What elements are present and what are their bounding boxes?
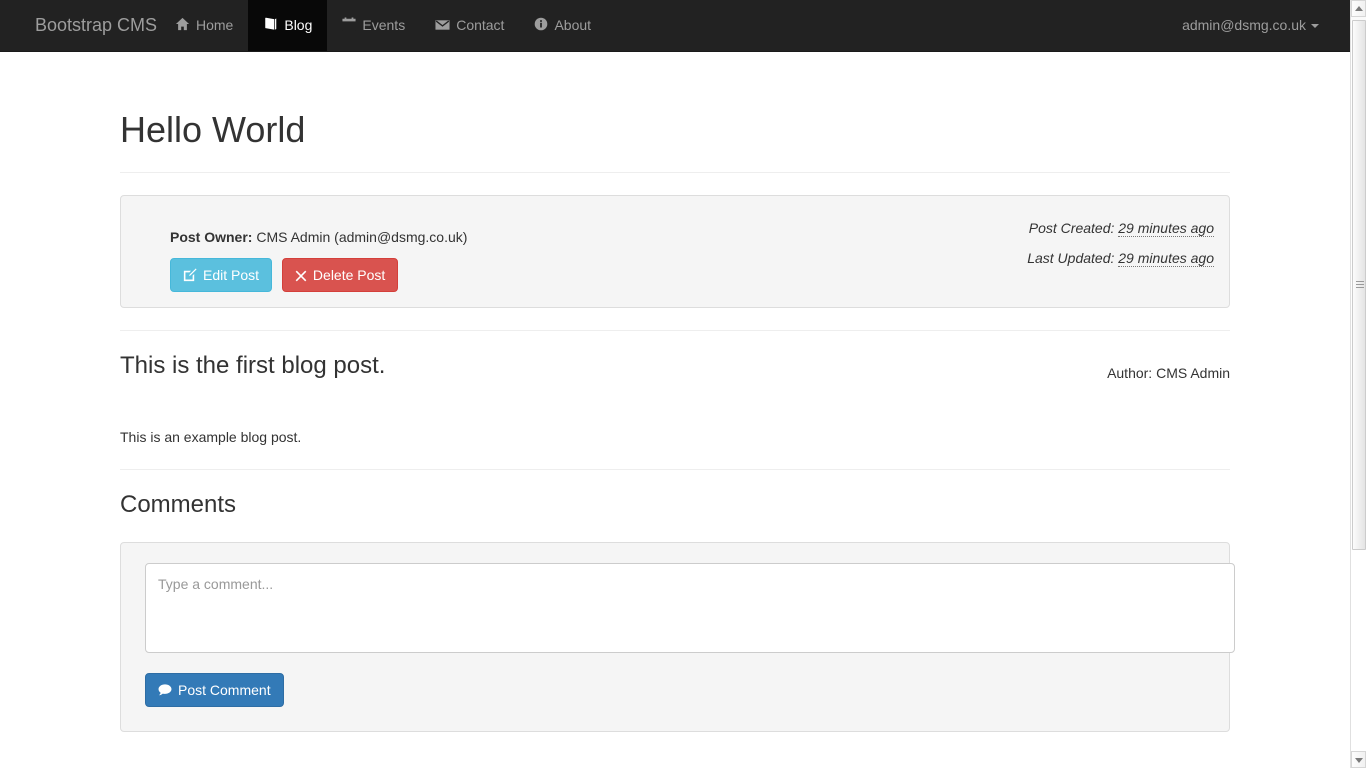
content-container: Hello World Post Owner: CMS Admin (admin… <box>105 110 1245 732</box>
post-author: Author: CMS Admin <box>1107 364 1230 381</box>
comment-form-panel: Post Comment <box>120 541 1235 732</box>
nav-label-contact: Contact <box>456 17 505 33</box>
nav-label-about: About <box>554 17 592 33</box>
main-navbar: Bootstrap CMS Home Blog Events Contact A… <box>0 0 1350 52</box>
delete-post-label: Delete Post <box>312 266 386 283</box>
comment-icon <box>158 684 172 696</box>
post-header: This is the first blog post. Author: CMS… <box>120 351 1230 397</box>
divider-below-panel <box>120 329 1230 331</box>
pencil-square-icon <box>183 268 197 281</box>
edit-post-button[interactable]: Edit Post <box>170 257 273 292</box>
times-icon <box>295 270 307 281</box>
info-circle-icon <box>535 17 548 31</box>
post-owner-label: Post Owner: <box>170 228 253 245</box>
post-comment-row: Post Comment <box>145 672 1205 707</box>
navbar-brand[interactable]: Bootstrap CMS <box>20 0 172 51</box>
nav-item-blog[interactable]: Blog <box>248 0 328 51</box>
scroll-down-button[interactable] <box>1351 751 1366 768</box>
scroll-up-button[interactable] <box>1351 0 1366 17</box>
nav-link-events[interactable]: Events <box>327 0 420 51</box>
page-viewport: Bootstrap CMS Home Blog Events Contact A… <box>0 0 1350 768</box>
post-updated-value: 29 minutes ago <box>1118 249 1214 267</box>
edit-post-label: Edit Post <box>203 266 260 283</box>
comments-heading: Comments <box>120 490 237 518</box>
post-owner-value: CMS Admin (admin@dsmg.co.uk) <box>256 228 468 245</box>
nav-item-about[interactable]: About <box>519 0 606 51</box>
nav-link-blog[interactable]: Blog <box>248 0 328 51</box>
nav-label-blog: Blog <box>284 17 313 33</box>
nav-item-home[interactable]: Home <box>160 0 248 51</box>
grip-icon <box>1356 281 1364 288</box>
nav-item-events[interactable]: Events <box>327 0 420 51</box>
post-created-label: Post Created: <box>1028 219 1115 236</box>
post-updated-row: Last Updated: 29 minutes ago <box>1027 248 1214 268</box>
divider-below-post <box>120 468 1230 470</box>
post-updated-label: Last Updated: <box>1027 249 1115 266</box>
navbar-nav: Home Blog Events Contact About <box>160 0 606 51</box>
nav-link-home[interactable]: Home <box>160 0 248 51</box>
post-comment-label: Post Comment <box>178 681 271 698</box>
chevron-up-icon <box>1354 5 1363 11</box>
post-body: This is an example blog post. <box>120 428 302 445</box>
home-icon <box>175 17 190 31</box>
book-icon <box>265 17 277 30</box>
post-created-row: Post Created: 29 minutes ago <box>1027 218 1214 238</box>
account-dropdown-toggle[interactable]: admin@dsmg.co.uk <box>1167 0 1334 51</box>
nav-link-about[interactable]: About <box>519 0 606 51</box>
nav-label-home: Home <box>196 17 234 33</box>
calendar-icon <box>342 17 356 31</box>
page-title: Hello World <box>120 109 306 150</box>
post-created-value: 29 minutes ago <box>1118 219 1214 237</box>
post-comment-button[interactable]: Post Comment <box>145 672 284 707</box>
envelope-icon <box>435 20 450 30</box>
chevron-down-icon <box>1311 24 1319 29</box>
nav-label-events: Events <box>362 17 406 33</box>
divider-below-title <box>120 171 1230 173</box>
post-owner-panel: Post Owner: CMS Admin (admin@dsmg.co.uk)… <box>120 194 1230 308</box>
post-heading: This is the first blog post. <box>120 351 386 379</box>
page-scrollbar[interactable] <box>1350 0 1366 768</box>
delete-post-button[interactable]: Delete Post <box>281 257 399 292</box>
nav-link-contact[interactable]: Contact <box>420 0 519 51</box>
nav-item-contact[interactable]: Contact <box>420 0 519 51</box>
chevron-down-icon <box>1354 757 1363 763</box>
post-meta: Post Created: 29 minutes ago Last Update… <box>1027 218 1214 278</box>
comment-input[interactable] <box>145 562 1235 653</box>
account-email-label: admin@dsmg.co.uk <box>1182 17 1306 33</box>
navbar-account: admin@dsmg.co.uk <box>1167 0 1334 51</box>
scrollbar-thumb[interactable] <box>1352 20 1366 550</box>
